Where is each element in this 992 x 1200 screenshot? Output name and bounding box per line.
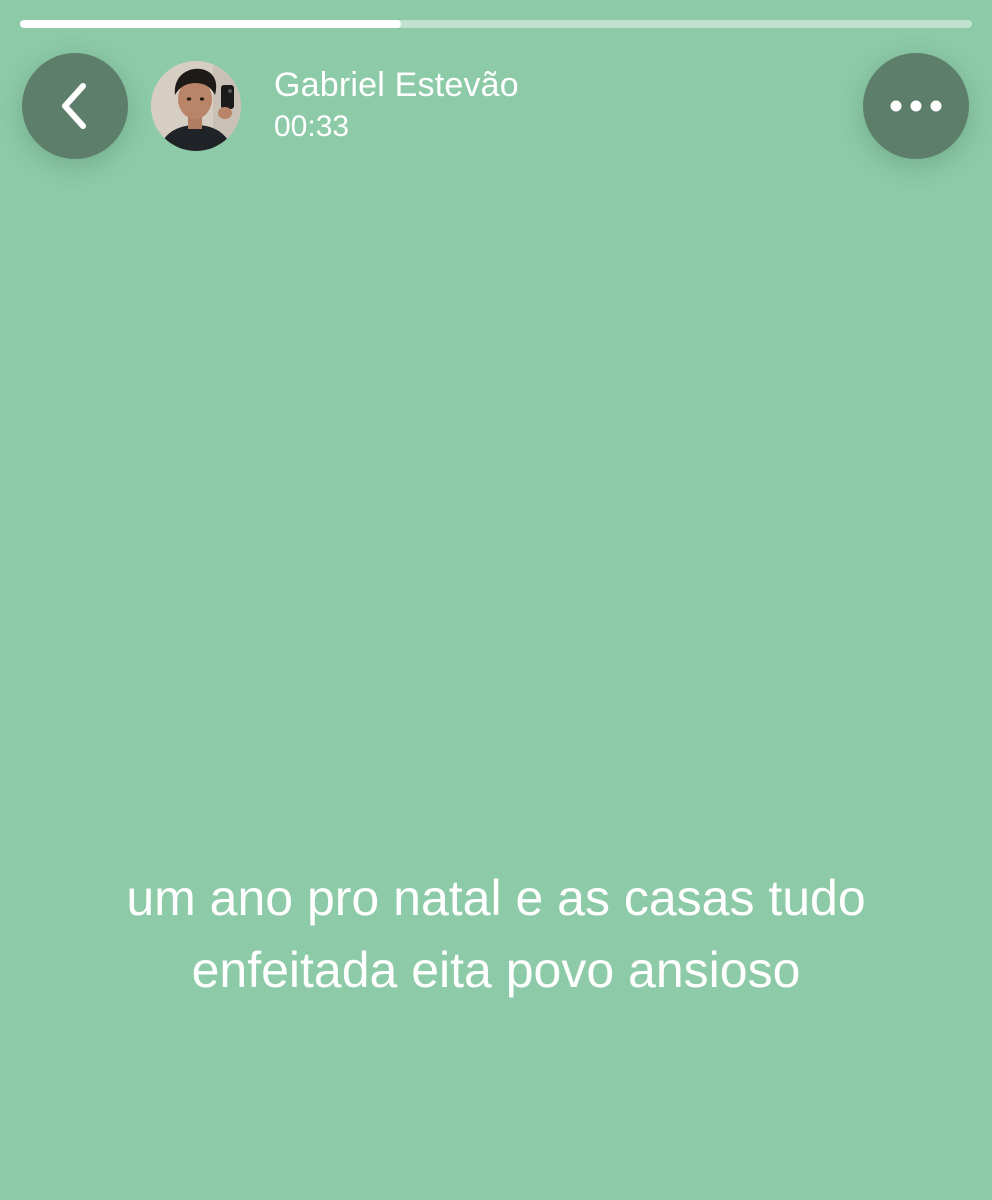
caption-line: enfeitada eita povo ansioso (191, 942, 801, 998)
more-horizontal-icon (888, 98, 944, 114)
chevron-left-icon (55, 78, 95, 134)
author-name[interactable]: Gabriel Estevão (274, 66, 519, 105)
story-timestamp: 00:33 (274, 110, 350, 143)
story-progress-fill (20, 20, 401, 28)
back-button[interactable] (22, 53, 128, 159)
caption-line: um ano pro natal e as casas tudo (126, 870, 866, 926)
avatar[interactable] (151, 61, 241, 151)
more-options-button[interactable] (863, 53, 969, 159)
story-view[interactable]: Gabriel Estevão 00:33 um ano pro natal e… (0, 0, 992, 1200)
story-caption: um ano pro natal e as casas tudo enfeita… (30, 862, 962, 1006)
story-progress-bar (20, 20, 972, 28)
